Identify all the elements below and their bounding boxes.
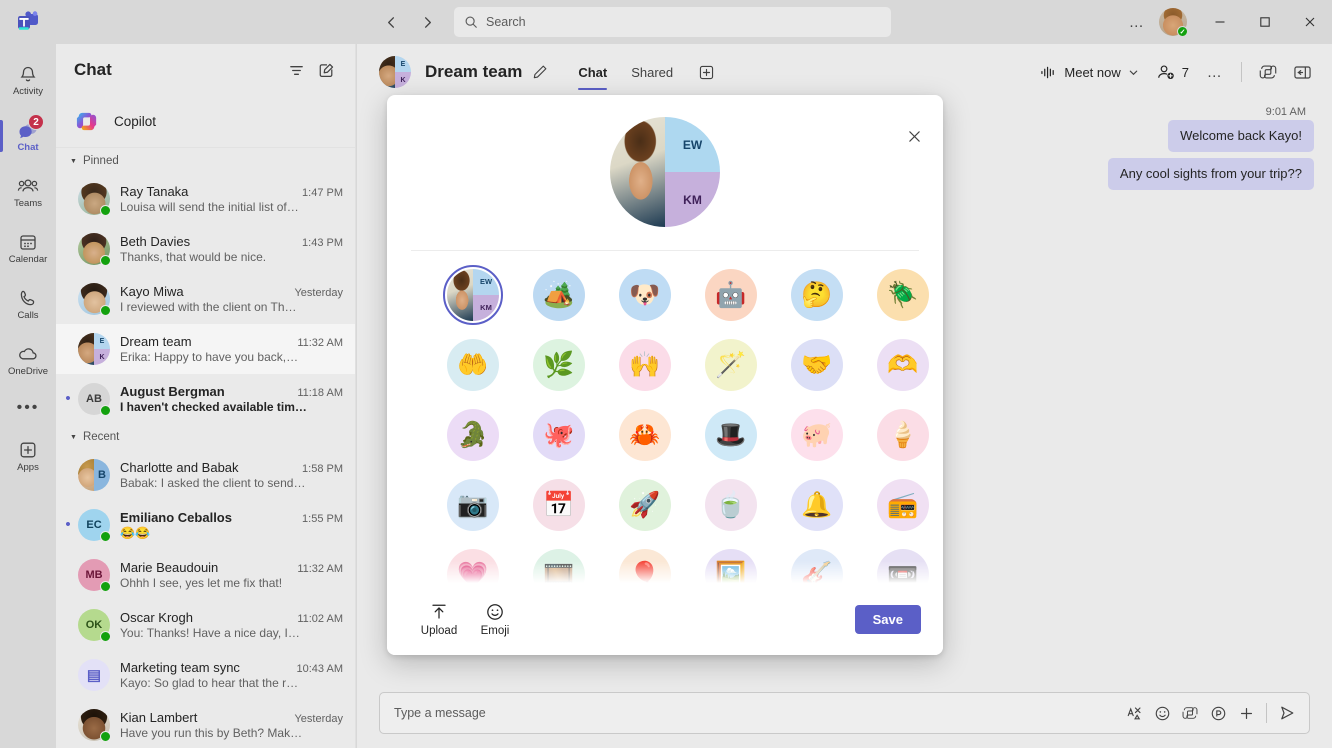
rabbit-hat-icon: 🎩 bbox=[715, 420, 747, 449]
avatar-option-handshake-avatar[interactable]: 🤝 bbox=[791, 339, 843, 391]
avatar-option-hot-air-balloon-avatar[interactable]: 🎈 bbox=[619, 549, 671, 583]
preview-initials: EW KM bbox=[665, 117, 720, 227]
hands-flame-icon: 🙌 bbox=[629, 350, 661, 379]
avatar-option-crab-chef-avatar[interactable]: 🦀 bbox=[619, 409, 671, 461]
close-icon[interactable] bbox=[899, 121, 929, 151]
emoji-label: Emoji bbox=[480, 624, 510, 637]
magic-wand-icon: 🪄 bbox=[715, 350, 747, 379]
avatar-option-heart-hands-avatar[interactable]: 🫶 bbox=[877, 339, 929, 391]
dialog-footer: Upload Emoji Save bbox=[387, 583, 943, 655]
film-reel-icon: 🎞️ bbox=[543, 560, 575, 583]
bell-icon: 🔔 bbox=[801, 490, 833, 519]
potion-creature-icon: 🐖 bbox=[801, 420, 833, 449]
thinking-face-icon: 🤔 bbox=[801, 280, 833, 309]
avatar-option-bell-avatar[interactable]: 🔔 bbox=[791, 479, 843, 531]
crab-chef-icon: 🦀 bbox=[629, 420, 661, 449]
save-button[interactable]: Save bbox=[854, 604, 921, 634]
avatar-option-potion-creature-avatar[interactable]: 🐖 bbox=[791, 409, 843, 461]
camping-icon: 🏕️ bbox=[543, 280, 575, 309]
avatar-option-ice-cream-creature-avatar[interactable]: 🍦 bbox=[877, 409, 929, 461]
avatar-option-thinking-face-avatar[interactable]: 🤔 bbox=[791, 269, 843, 321]
preview-photo bbox=[610, 117, 665, 227]
teacup-icon: 🍵 bbox=[715, 490, 747, 519]
avatar-initial-1: EW bbox=[473, 269, 499, 295]
avatar-option-rocket-avatar[interactable]: 🚀 bbox=[619, 479, 671, 531]
avatar-option-bug-avatar[interactable]: 🪲 bbox=[877, 269, 929, 321]
bug-icon: 🪲 bbox=[887, 280, 919, 309]
avatar-option-rabbit-hat-avatar[interactable]: 🎩 bbox=[705, 409, 757, 461]
guitar-icon: 🎸 bbox=[801, 560, 833, 583]
boombox-icon: 📻 bbox=[887, 490, 919, 519]
avatar-option-boombox-avatar[interactable]: 📻 bbox=[877, 479, 929, 531]
avatar-option-teacup-avatar[interactable]: 🍵 bbox=[705, 479, 757, 531]
heart-hands-icon: 🫶 bbox=[887, 350, 919, 379]
leaf-in-hand-icon: 🌿 bbox=[543, 350, 575, 379]
ice-cream-creature-icon: 🍦 bbox=[887, 420, 919, 449]
helping-hands-icon: 🤲 bbox=[457, 350, 489, 379]
robot-icon: 🤖 bbox=[715, 280, 747, 309]
avatar-option-dog-avatar[interactable]: 🐶 bbox=[619, 269, 671, 321]
upload-button[interactable]: Upload bbox=[411, 602, 467, 637]
dog-icon: 🐶 bbox=[629, 280, 661, 309]
avatar-picker-dialog: EW KM EW KM 🏕️ 🐶 🤖 🤔 🪲 🤲 🌿 🙌 🪄 🤝 🫶 🐊 🐙 🦀… bbox=[387, 95, 943, 655]
dialog-preview-area: EW KM bbox=[387, 95, 943, 250]
octopus-icon: 🐙 bbox=[543, 420, 575, 449]
avatar-option-camera-avatar[interactable]: 📷 bbox=[447, 479, 499, 531]
avatar-preview: EW KM bbox=[610, 117, 720, 227]
camera-icon: 📷 bbox=[457, 490, 489, 519]
hot-air-balloon-icon: 🎈 bbox=[629, 560, 661, 583]
avatar-option-camping-avatar[interactable]: 🏕️ bbox=[533, 269, 585, 321]
avatar-option-guitar-avatar[interactable]: 🎸 bbox=[791, 549, 843, 583]
video-folder-icon: 📼 bbox=[887, 560, 919, 583]
monster-icon: 🐊 bbox=[457, 420, 489, 449]
avatar-option-film-reel-avatar[interactable]: 🎞️ bbox=[533, 549, 585, 583]
avatar-option-hands-flame-avatar[interactable]: 🙌 bbox=[619, 339, 671, 391]
avatar-option-calendar-avatar[interactable]: 📅 bbox=[533, 479, 585, 531]
current-group-avatar-image: EW KM bbox=[447, 269, 499, 321]
preview-initial-2: KM bbox=[665, 172, 720, 227]
calendar-icon: 📅 bbox=[543, 490, 575, 519]
avatar-option-octopus-avatar[interactable]: 🐙 bbox=[533, 409, 585, 461]
avatar-grid-scroll[interactable]: EW KM 🏕️ 🐶 🤖 🤔 🪲 🤲 🌿 🙌 🪄 🤝 🫶 🐊 🐙 🦀 🎩 🐖 🍦… bbox=[387, 251, 943, 583]
handshake-icon: 🤝 bbox=[801, 350, 833, 379]
heart-icon: 💗 bbox=[457, 560, 489, 583]
emoji-icon bbox=[485, 602, 505, 622]
avatar-option-heart-avatar[interactable]: 💗 bbox=[447, 549, 499, 583]
avatar-option-current-group-avatar[interactable]: EW KM bbox=[443, 265, 503, 325]
emoji-button[interactable]: Emoji bbox=[467, 602, 523, 637]
upload-icon bbox=[429, 602, 449, 622]
avatar-option-photo-window-avatar[interactable]: 🖼️ bbox=[705, 549, 757, 583]
teams-window: Search … ✓ Activity Chat 2 Teams Calenda… bbox=[0, 0, 1332, 748]
avatar-option-robot-avatar[interactable]: 🤖 bbox=[705, 269, 757, 321]
avatar-option-video-folder-avatar[interactable]: 📼 bbox=[877, 549, 929, 583]
avatar-option-leaf-in-hand-avatar[interactable]: 🌿 bbox=[533, 339, 585, 391]
avatar-grid: EW KM 🏕️ 🐶 🤖 🤔 🪲 🤲 🌿 🙌 🪄 🤝 🫶 🐊 🐙 🦀 🎩 🐖 🍦… bbox=[387, 265, 943, 583]
avatar-initial-2: KM bbox=[473, 295, 499, 321]
photo-window-icon: 🖼️ bbox=[715, 560, 747, 583]
avatar-option-monster-avatar[interactable]: 🐊 bbox=[447, 409, 499, 461]
upload-label: Upload bbox=[420, 624, 458, 637]
preview-initial-1: EW bbox=[665, 117, 720, 172]
rocket-icon: 🚀 bbox=[629, 490, 661, 519]
avatar-option-helping-hands-avatar[interactable]: 🤲 bbox=[447, 339, 499, 391]
avatar-option-magic-wand-avatar[interactable]: 🪄 bbox=[705, 339, 757, 391]
